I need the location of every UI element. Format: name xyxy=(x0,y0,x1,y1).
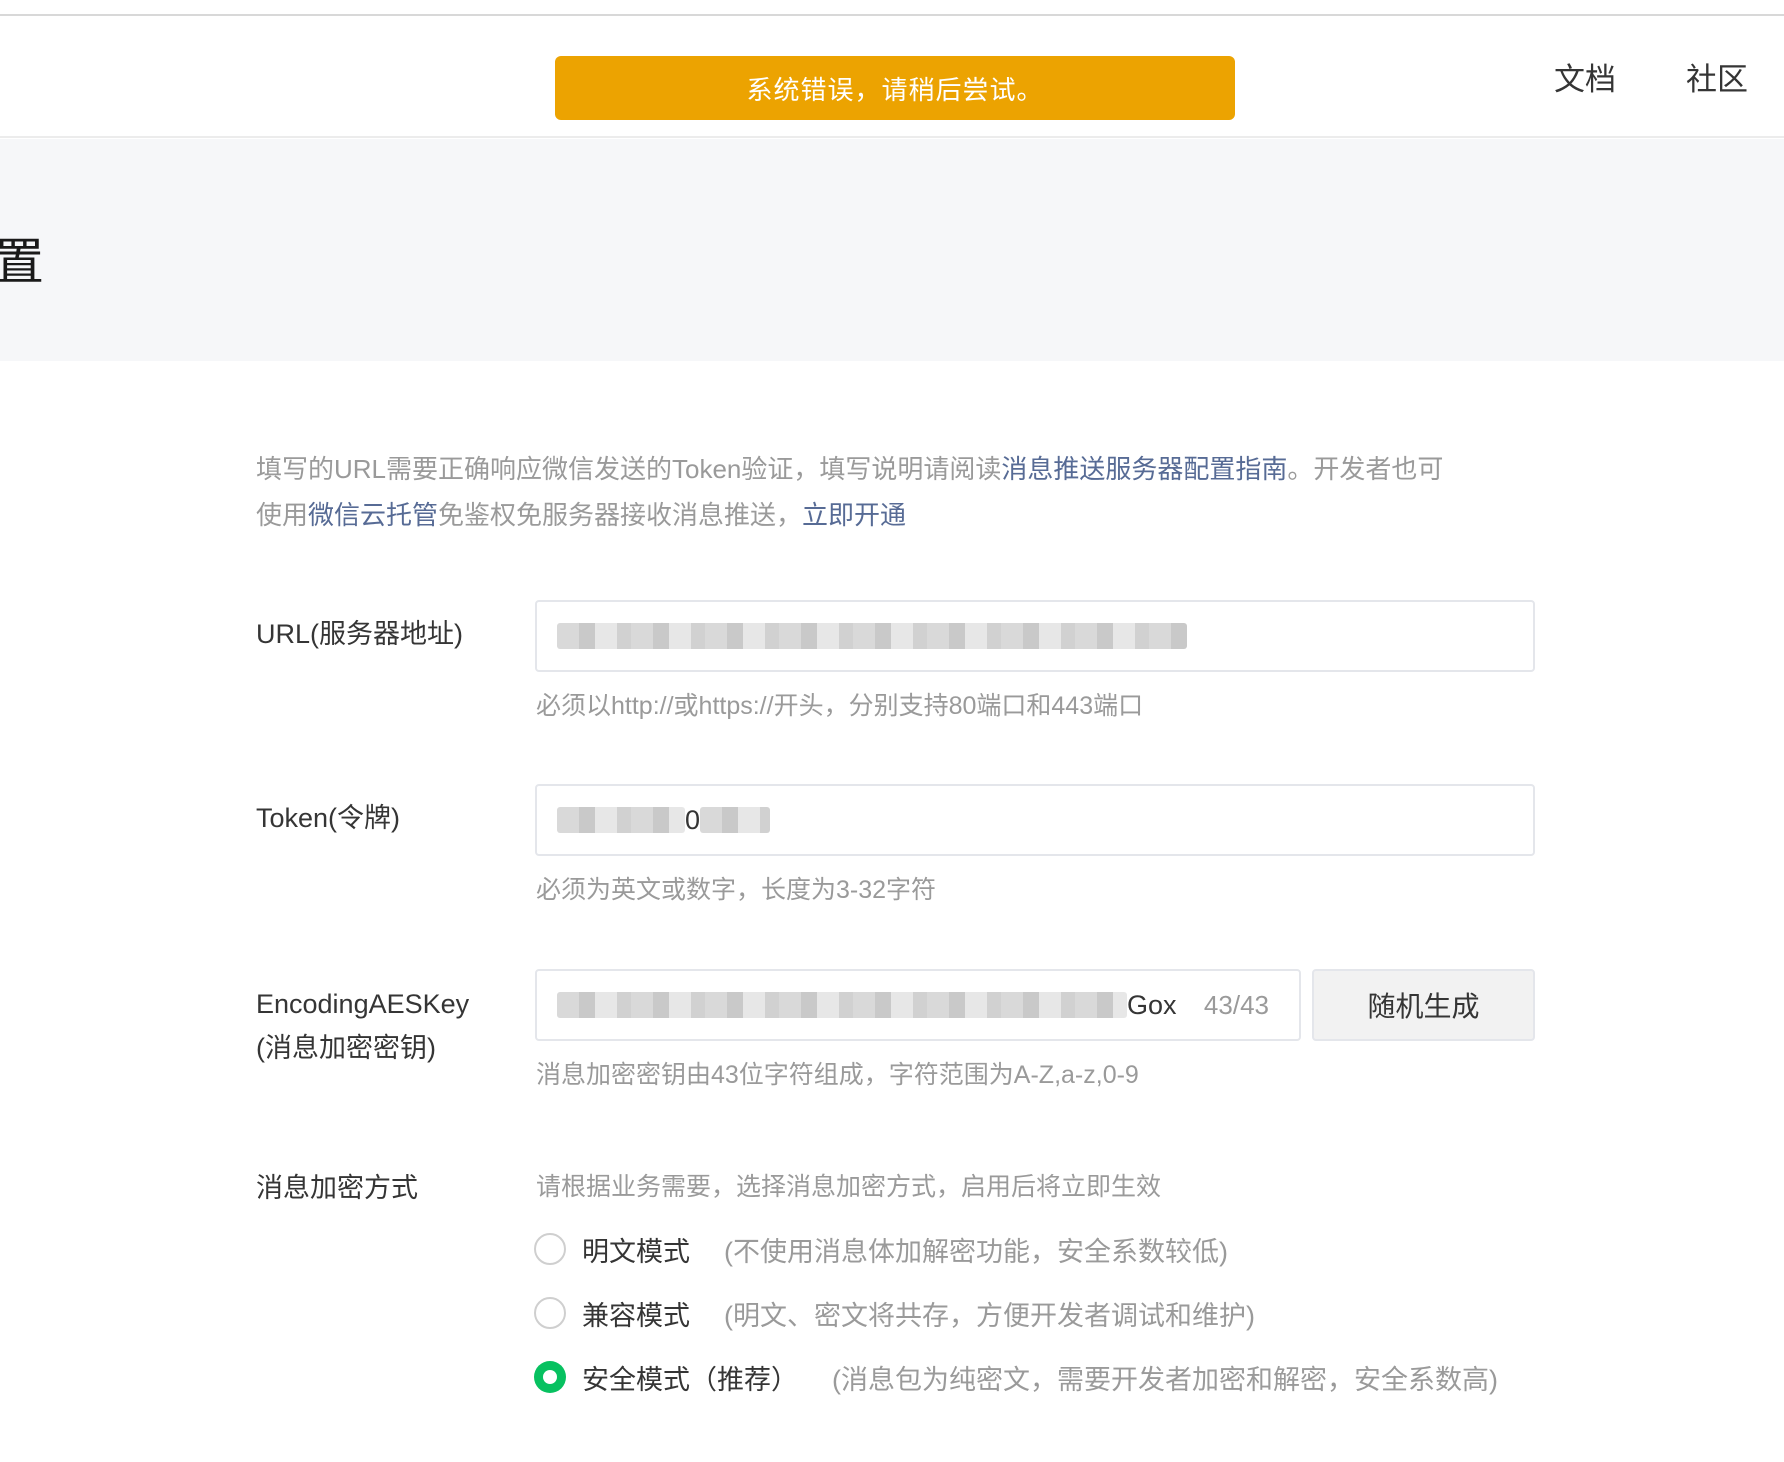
aes-key-input[interactable]: Gox 43/43 xyxy=(535,969,1301,1041)
option-label: 明文模式 xyxy=(582,1236,690,1267)
option-description: (不使用消息体加解密功能，安全系数较低) xyxy=(724,1236,1228,1267)
intro-text: 填写的URL需要正确响应微信发送的Token验证，填写说明请阅读消息推送服务器配… xyxy=(256,446,1556,538)
encryption-mode-hint: 请根据业务需要，选择消息加密方式，启用后将立即生效 xyxy=(536,1173,1162,1201)
intro-text-part: 填写的URL需要正确响应微信发送的Token验证，填写说明请阅读 xyxy=(256,454,1002,484)
token-field-hint: 必须为英文或数字，长度为3-32字符 xyxy=(536,876,937,904)
intro-text-part: 免鉴权免服务器接收消息推送， xyxy=(438,500,803,530)
random-generate-button[interactable]: 随机生成 xyxy=(1312,969,1535,1041)
server-config-guide-link[interactable]: 消息推送服务器配置指南 xyxy=(1001,454,1287,484)
redacted-value xyxy=(557,623,1187,649)
aes-key-label-line1: EncodingAESKey xyxy=(256,989,470,1019)
token-field-label: Token(令牌) xyxy=(256,803,401,833)
aes-key-char-counter: 43/43 xyxy=(1203,989,1269,1020)
wechat-cloud-hosting-link[interactable]: 微信云托管 xyxy=(308,500,438,530)
token-input-value: 0 xyxy=(557,786,771,854)
intro-text-part: 使用 xyxy=(256,500,309,530)
nav-community-link[interactable]: 社区 xyxy=(1686,54,1748,99)
option-label: 兼容模式 xyxy=(582,1300,690,1331)
url-input[interactable] xyxy=(535,600,1535,672)
radio-button[interactable] xyxy=(534,1297,566,1329)
redacted-value xyxy=(557,992,1127,1018)
aes-key-label-line2: (消息加密密钥) xyxy=(256,1033,436,1063)
aes-key-label: EncodingAESKey (消息加密密钥) xyxy=(256,982,469,1070)
encryption-option-secure[interactable]: 安全模式（推荐） (消息包为纯密文，需要开发者加密和解密，安全系数高) xyxy=(534,1357,1498,1397)
encryption-option-plaintext[interactable]: 明文模式 (不使用消息体加解密功能，安全系数较低) xyxy=(534,1229,1228,1269)
token-visible-char: 0 xyxy=(685,804,701,835)
url-field-hint: 必须以http://或https://开头，分别支持80端口和443端口 xyxy=(536,692,1144,720)
activate-now-link[interactable]: 立即开通 xyxy=(802,500,906,530)
page-title: 置 xyxy=(0,234,44,290)
aes-key-hint: 消息加密密钥由43位字符组成，字符范围为A-Z,a-z,0-9 xyxy=(536,1061,1139,1089)
encryption-option-compatible[interactable]: 兼容模式 (明文、密文将共存，方便开发者调试和维护) xyxy=(534,1293,1255,1333)
option-description: (明文、密文将共存，方便开发者调试和维护) xyxy=(724,1300,1255,1331)
option-label: 安全模式（推荐） xyxy=(582,1364,798,1395)
aes-key-input-value: Gox xyxy=(557,971,1177,1039)
page-banner: 置 xyxy=(0,139,1784,361)
intro-text-part: 。开发者也可 xyxy=(1287,454,1444,484)
redacted-value xyxy=(557,807,685,833)
aes-key-visible-chars: Gox xyxy=(1127,989,1177,1020)
radio-button[interactable] xyxy=(534,1233,566,1265)
url-input-value xyxy=(557,602,1187,670)
redacted-value xyxy=(700,807,771,833)
option-description: (消息包为纯密文，需要开发者加密和解密，安全系数高) xyxy=(832,1364,1498,1395)
radio-button-checked[interactable] xyxy=(534,1361,566,1393)
url-field-label: URL(服务器地址) xyxy=(256,619,463,649)
error-toast: 系统错误，请稍后尝试。 xyxy=(555,56,1235,120)
token-input[interactable]: 0 xyxy=(535,784,1535,856)
nav-docs-link[interactable]: 文档 xyxy=(1554,54,1616,99)
encryption-mode-label: 消息加密方式 xyxy=(256,1173,418,1203)
